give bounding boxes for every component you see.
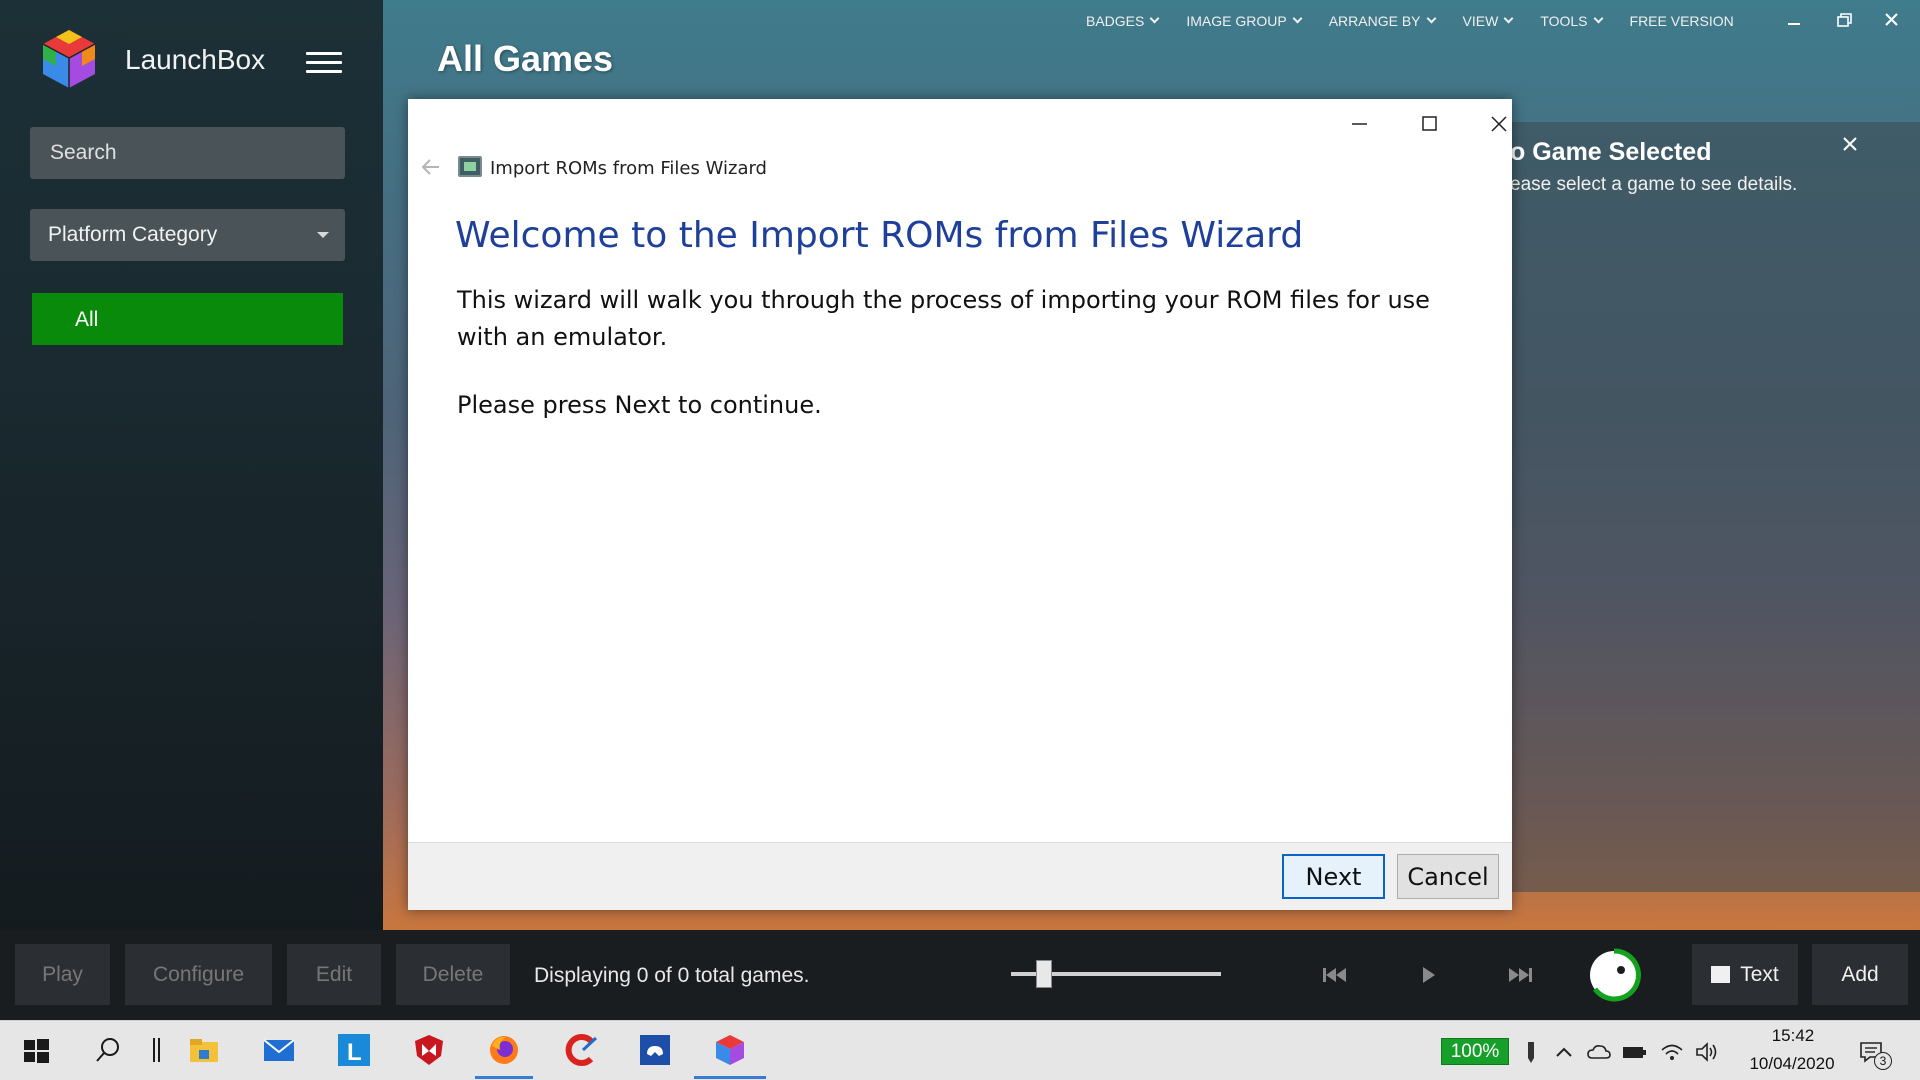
chevron-down-icon (1426, 13, 1436, 23)
ccleaner-icon[interactable] (563, 1032, 599, 1068)
dialog-maximize-icon[interactable] (1406, 109, 1452, 139)
delete-button[interactable]: Delete (396, 944, 510, 1005)
top-menu: BADGES IMAGE GROUP ARRANGE BY VIEW TOOLS… (1086, 10, 1762, 32)
zoom-slider-thumb[interactable] (1036, 960, 1052, 988)
battery-indicator[interactable]: 100% (1441, 1038, 1509, 1065)
chevron-down-icon (1292, 13, 1303, 23)
svg-text:L: L (347, 1039, 362, 1066)
skip-back-icon[interactable] (1318, 960, 1352, 990)
onedrive-cloud-icon[interactable] (1586, 1040, 1612, 1064)
firefox-icon[interactable] (486, 1032, 522, 1068)
hamburger-menu-icon[interactable] (306, 52, 342, 74)
play-button[interactable]: Play (15, 944, 110, 1005)
volume-knob-icon[interactable] (1587, 948, 1641, 1002)
active-app-indicator (475, 1076, 533, 1079)
menu-arrange-by[interactable]: ARRANGE BY (1328, 10, 1436, 32)
sidebar: LaunchBox Platform Category All (0, 0, 383, 930)
cancel-button[interactable]: Cancel (1397, 854, 1499, 899)
power-battery-icon[interactable] (1621, 1040, 1647, 1064)
window-close-icon[interactable] (1877, 8, 1907, 32)
wifi-icon[interactable] (1659, 1040, 1685, 1064)
sidebar-item-all[interactable]: All (32, 293, 343, 345)
wizard-description: This wizard will walk you through the pr… (457, 286, 1430, 351)
dialog-minimize-icon[interactable] (1336, 109, 1382, 139)
platform-category-label: Platform Category (48, 223, 218, 246)
mcafee-shield-icon[interactable] (411, 1032, 447, 1068)
menu-free-version-label: FREE VERSION (1629, 13, 1734, 29)
details-title: o Game Selected (1510, 138, 1712, 166)
clock-time[interactable]: 15:42 (1763, 1026, 1823, 1046)
file-explorer-icon[interactable] (186, 1032, 222, 1068)
configure-button[interactable]: Configure (125, 944, 272, 1005)
window-restore-icon[interactable] (1829, 8, 1859, 32)
game-details-panel (1500, 122, 1920, 892)
next-button[interactable]: Next (1282, 854, 1385, 899)
menu-view-label: VIEW (1462, 13, 1499, 29)
menu-tools[interactable]: TOOLS (1540, 10, 1603, 32)
dialog-footer: Next Cancel (408, 842, 1512, 910)
window-minimize-icon[interactable] (1779, 8, 1809, 32)
checkbox-icon (1711, 966, 1731, 983)
text-view-button[interactable]: Text (1692, 944, 1798, 1005)
chevron-down-icon (1149, 13, 1160, 23)
task-view-icon[interactable] (140, 1032, 176, 1068)
notification-count-badge: 3 (1874, 1052, 1892, 1070)
page-title: All Games (437, 38, 614, 79)
menu-badges[interactable]: BADGES (1086, 10, 1160, 32)
play-icon[interactable] (1411, 960, 1445, 990)
launcher-l-icon[interactable]: L (336, 1032, 372, 1068)
wizard-instruction: Please press Next to continue. (457, 391, 822, 419)
ps-remote-icon[interactable] (637, 1032, 673, 1068)
chevron-down-icon (1593, 13, 1603, 23)
wizard-app-icon (458, 156, 482, 177)
dialog-window-title: Import ROMs from Files Wizard (490, 158, 767, 179)
text-view-label: Text (1740, 962, 1779, 986)
mail-icon[interactable] (261, 1032, 297, 1068)
active-app-indicator (694, 1076, 766, 1079)
platform-category-dropdown[interactable]: Platform Category (30, 209, 345, 261)
wizard-heading: Welcome to the Import ROMs from Files Wi… (455, 215, 1304, 256)
chevron-down-icon (1503, 13, 1514, 23)
menu-free-version[interactable]: FREE VERSION (1630, 10, 1734, 32)
edit-button[interactable]: Edit (287, 944, 381, 1005)
skip-forward-icon[interactable] (1503, 960, 1537, 990)
menu-badges-label: BADGES (1086, 13, 1145, 29)
back-arrow-icon[interactable] (420, 157, 442, 177)
clock-date[interactable]: 10/04/2020 (1736, 1054, 1848, 1074)
search-icon[interactable] (90, 1032, 126, 1068)
menu-arrange-by-label: ARRANGE BY (1328, 13, 1421, 29)
app-title: LaunchBox (125, 44, 266, 75)
status-text: Displaying 0 of 0 total games. (534, 964, 810, 987)
menu-tools-label: TOOLS (1540, 13, 1588, 29)
stylus-icon[interactable] (1518, 1040, 1544, 1064)
caret-down-icon (317, 232, 329, 238)
add-button[interactable]: Add (1812, 944, 1908, 1005)
menu-image-group-label: IMAGE GROUP (1186, 13, 1287, 29)
menu-image-group[interactable]: IMAGE GROUP (1186, 10, 1303, 32)
launchbox-taskbar-icon[interactable] (712, 1032, 748, 1068)
import-roms-wizard-dialog: Import ROMs from Files Wizard Welcome to… (408, 99, 1512, 910)
details-subtitle: ease select a game to see details. (1510, 174, 1798, 195)
menu-view[interactable]: VIEW (1462, 10, 1514, 32)
chevron-up-icon[interactable] (1551, 1040, 1577, 1064)
dialog-close-icon[interactable] (1476, 109, 1522, 139)
windows-start-icon[interactable] (18, 1032, 54, 1068)
close-icon[interactable] (1840, 134, 1860, 154)
volume-icon[interactable] (1694, 1040, 1720, 1064)
search-input[interactable] (30, 127, 345, 179)
launchbox-logo-icon (42, 30, 96, 88)
